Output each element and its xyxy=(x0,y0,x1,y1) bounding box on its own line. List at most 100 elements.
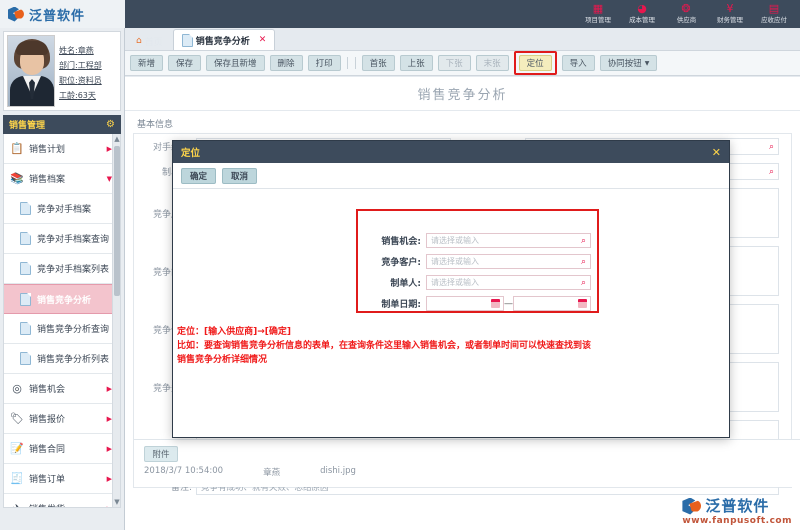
scrollbar-thumb[interactable] xyxy=(114,146,120,296)
field-label: 竞争客户: xyxy=(370,255,426,268)
sidebar-item-label: 销售发货 xyxy=(29,502,65,508)
previous-record-button[interactable]: 上张 xyxy=(400,55,433,71)
search-icon[interactable]: ⌕ xyxy=(769,167,774,177)
sidebar-item-0[interactable]: 📋销售计划▶ xyxy=(4,134,120,164)
sidebar-item-11[interactable]: 🧾销售订单▶ xyxy=(4,464,120,494)
attachment-row[interactable]: 2018/3/7 10:54:00 章燕 dishi.jpg xyxy=(134,462,800,478)
attachment-date: 2018/3/7 10:54:00 xyxy=(144,466,223,478)
sidebar-menu: 📋销售计划▶📚销售档案▼竞争对手档案竞争对手档案查询竞争对手档案列表销售竞争分析… xyxy=(3,134,121,508)
brand-logo: 泛普软件 xyxy=(0,0,125,28)
calendar-icon[interactable] xyxy=(491,299,500,308)
sidebar-item-label: 销售计划 xyxy=(29,142,65,155)
sidebar-item-9[interactable]: 🏷销售报价▶ xyxy=(4,404,120,434)
save-button[interactable]: 保存 xyxy=(168,55,201,71)
sidebar-item-5[interactable]: 销售竞争分析 xyxy=(4,284,120,314)
home-icon: ⌂ xyxy=(136,36,142,46)
sidebar-item-1[interactable]: 📚销售档案▼ xyxy=(4,164,120,194)
calendar-icon[interactable] xyxy=(578,299,587,308)
annotation-line-2: 比如：要查询销售竞争分析信息的表单，在查询条件这里输入销售机会，或者制单时间可以… xyxy=(177,339,591,353)
topnav-item-finance[interactable]: ¥ 财务管理 xyxy=(708,0,752,28)
topnav-item-receivable[interactable]: ▤ 应收应付 xyxy=(752,0,796,28)
first-record-button[interactable]: 首张 xyxy=(362,55,395,71)
profile-name-row: 姓名:章燕 xyxy=(59,45,102,56)
sidebar-item-label: 竞争对手档案 xyxy=(37,202,91,215)
collaboration-label: 协同按钮 xyxy=(608,57,642,69)
new-button[interactable]: 新增 xyxy=(130,55,163,71)
avatar xyxy=(7,35,55,107)
plane-icon: ✈ xyxy=(10,502,24,509)
topnav-item-supplier[interactable]: ❂ 供应商 xyxy=(664,0,708,28)
tab-home[interactable]: ⌂ 首页 xyxy=(128,32,171,50)
query-form: 销售机会: 请选择或输入 ⌕ 竞争客户: 请选择或输入 ⌕ xyxy=(370,233,591,317)
document-icon xyxy=(18,352,32,366)
sidebar-item-7[interactable]: 销售竞争分析列表 xyxy=(4,344,120,374)
sidebar-item-2[interactable]: 竞争对手档案 xyxy=(4,194,120,224)
watermark-url: www.fanpusoft.com xyxy=(682,516,792,526)
close-icon[interactable]: ✕ xyxy=(259,35,267,45)
placeholder-text: 请选择或输入 xyxy=(431,256,479,267)
document-icon xyxy=(18,322,32,336)
user-profile-card: 姓名:章燕 部门:工程部 职位:资料员 工龄:63天 xyxy=(3,31,121,111)
sidebar-item-label: 销售订单 xyxy=(29,472,65,485)
locate-button[interactable]: 定位 xyxy=(519,55,552,71)
attachment-button[interactable]: 附件 xyxy=(144,446,178,462)
top-navigation: ▦ 项目管理 ◕ 成本管理 ❂ 供应商 ¥ 财务管理 ▤ 应收应付 xyxy=(576,0,796,28)
scroll-up-icon[interactable]: ▲ xyxy=(113,134,121,144)
profile-position-row: 职位:资料员 xyxy=(59,75,102,86)
create-date-to-input[interactable] xyxy=(513,296,591,311)
topnav-item-cost[interactable]: ◕ 成本管理 xyxy=(620,0,664,28)
confirm-button[interactable]: 确定 xyxy=(181,168,216,184)
print-button[interactable]: 打印 xyxy=(308,55,341,71)
scroll-down-icon[interactable]: ▼ xyxy=(113,497,121,507)
save-and-new-button[interactable]: 保存且新增 xyxy=(206,55,265,71)
sidebar-item-label: 销售竞争分析查询 xyxy=(37,322,109,335)
sidebar-item-label: 销售机会 xyxy=(29,382,65,395)
sidebar-item-label: 销售档案 xyxy=(29,172,65,185)
close-icon[interactable]: ✕ xyxy=(712,146,721,159)
tab-sales-competition-analysis[interactable]: 销售竞争分析 ✕ xyxy=(173,29,276,50)
sidebar-item-label: 销售竞争分析列表 xyxy=(37,352,109,365)
annotation-line-3: 销售竞争分析详细情况 xyxy=(177,353,591,367)
target-icon: ◎ xyxy=(10,382,24,396)
import-button[interactable]: 导入 xyxy=(562,55,595,71)
date-range-separator: — xyxy=(504,299,513,309)
dialog-toolbar: 确定 取消 xyxy=(173,163,729,189)
collaboration-button[interactable]: 协同按钮 ▼ xyxy=(600,55,658,71)
topnav-label: 供应商 xyxy=(676,15,695,24)
watermark-name: 泛普软件 xyxy=(705,495,769,516)
sidebar-scrollbar[interactable]: ▲ ▼ xyxy=(112,134,120,507)
create-date-from-input[interactable] xyxy=(426,296,504,311)
profile-tenure-row: 工龄:63天 xyxy=(59,90,102,101)
topnav-label: 财务管理 xyxy=(717,15,743,24)
sidebar-item-label: 竞争对手档案查询 xyxy=(37,232,109,245)
search-icon[interactable]: ⌕ xyxy=(581,236,586,246)
sidebar-item-3[interactable]: 竞争对手档案查询 xyxy=(4,224,120,254)
sidebar-item-10[interactable]: 📝销售合同▶ xyxy=(4,434,120,464)
profile-tenure: 63天 xyxy=(78,91,96,100)
order-icon: 🧾 xyxy=(10,472,24,486)
tab-label: 销售竞争分析 xyxy=(196,34,250,47)
gear-icon[interactable]: ⚙ xyxy=(106,119,115,130)
watermark-logo-icon xyxy=(682,496,702,516)
document-icon xyxy=(18,262,32,276)
sidebar-item-12[interactable]: ✈销售发货▶ xyxy=(4,494,120,508)
watermark: 泛普软件 www.fanpusoft.com xyxy=(682,495,792,526)
placeholder-text: 请选择或输入 xyxy=(431,277,479,288)
books-icon: 📚 xyxy=(10,172,24,186)
creator-query-input[interactable]: 请选择或输入 ⌕ xyxy=(426,275,591,290)
dialog-body: 销售机会: 请选择或输入 ⌕ 竞争客户: 请选择或输入 ⌕ xyxy=(173,189,729,437)
search-icon[interactable]: ⌕ xyxy=(769,142,774,152)
sidebar-item-8[interactable]: ◎销售机会▶ xyxy=(4,374,120,404)
search-icon[interactable]: ⌕ xyxy=(581,257,586,267)
sidebar-item-4[interactable]: 竞争对手档案列表 xyxy=(4,254,120,284)
topnav-item-projects[interactable]: ▦ 项目管理 xyxy=(576,0,620,28)
brand-name: 泛普软件 xyxy=(29,5,85,24)
field-label: 销售机会: xyxy=(370,234,426,247)
locate-button-highlight: 定位 xyxy=(514,51,557,75)
search-icon[interactable]: ⌕ xyxy=(581,278,586,288)
delete-button[interactable]: 删除 xyxy=(270,55,303,71)
sidebar-item-6[interactable]: 销售竞争分析查询 xyxy=(4,314,120,344)
sales-opportunity-query-input[interactable]: 请选择或输入 ⌕ xyxy=(426,233,591,248)
competing-customer-query-input[interactable]: 请选择或输入 ⌕ xyxy=(426,254,591,269)
cancel-button[interactable]: 取消 xyxy=(222,168,257,184)
